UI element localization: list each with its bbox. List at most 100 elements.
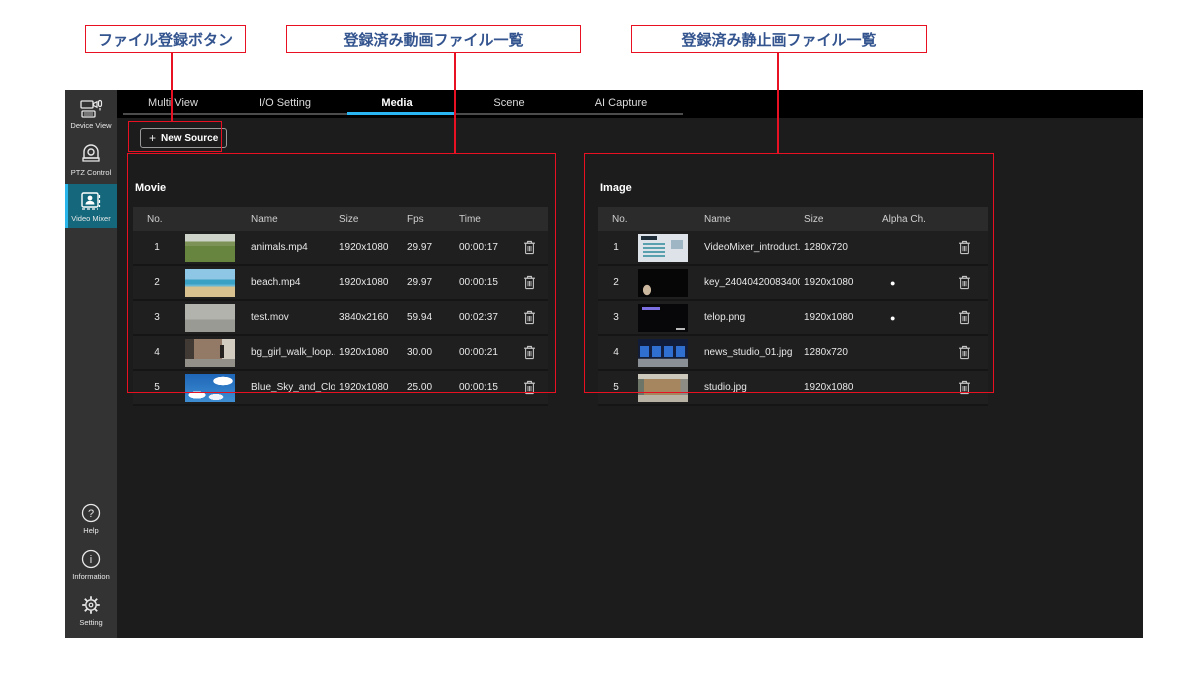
- annotation-text: 登録済み動画ファイル一覧: [343, 29, 523, 50]
- image-thumbnail: [638, 304, 688, 332]
- image-thumbnail: [638, 374, 688, 402]
- row-number: 5: [598, 382, 634, 393]
- tab-io-setting[interactable]: I/O Setting: [229, 90, 341, 114]
- row-number: 3: [598, 312, 634, 323]
- sidebar-item-label: Information: [72, 572, 110, 581]
- image-table-row[interactable]: 3 telop.png 1920x1080 ●: [598, 301, 988, 336]
- page: Device View PTZ Control Video Mixer: [0, 0, 1200, 680]
- sidebar-item-video-mixer[interactable]: Video Mixer: [65, 184, 117, 228]
- image-table-row[interactable]: 4 news_studio_01.jpg 1280x720: [598, 336, 988, 371]
- image-thumbnail: [638, 269, 688, 297]
- file-name: animals.mp4: [247, 242, 335, 253]
- delete-button[interactable]: [940, 380, 988, 395]
- file-duration: 00:02:37: [455, 312, 510, 323]
- sidebar-item-label: Help: [83, 526, 98, 535]
- image-table-row[interactable]: 5 studio.jpg 1920x1080: [598, 371, 988, 406]
- file-size: 1920x1080: [335, 277, 403, 288]
- delete-button[interactable]: [510, 380, 548, 395]
- video-mixer-icon: [78, 190, 104, 212]
- new-source-button[interactable]: + New Source: [140, 128, 227, 148]
- row-number: 3: [133, 312, 181, 323]
- plus-icon: +: [149, 131, 156, 145]
- delete-button[interactable]: [940, 345, 988, 360]
- sidebar-item-setting[interactable]: Setting: [65, 588, 117, 632]
- tab-multi-view[interactable]: Multi View: [117, 90, 229, 114]
- sidebar-item-label: PTZ Control: [71, 168, 111, 177]
- sidebar-spacer: [65, 228, 117, 494]
- video-thumbnail: [185, 339, 235, 367]
- file-size: 1920x1080: [800, 277, 878, 288]
- annotation-label-file-register: ファイル登録ボタン: [85, 25, 246, 53]
- col-fps: Fps: [403, 214, 455, 225]
- row-number: 2: [133, 277, 181, 288]
- file-size: 1920x1080: [335, 347, 403, 358]
- file-size: 1280x720: [800, 242, 878, 253]
- file-duration: 00:00:15: [455, 382, 510, 393]
- file-name: Blue_Sky_and_Clou...: [247, 382, 335, 393]
- delete-button[interactable]: [510, 275, 548, 290]
- file-name: test.mov: [247, 312, 335, 323]
- file-duration: 00:00:17: [455, 242, 510, 253]
- row-number: 1: [133, 242, 181, 253]
- sidebar-item-information[interactable]: i Information: [65, 542, 117, 586]
- svg-text:i: i: [90, 554, 92, 566]
- file-fps: 30.00: [403, 347, 455, 358]
- delete-button[interactable]: [940, 240, 988, 255]
- tab-bar: Multi View I/O Setting Media Scene AI Ca…: [117, 90, 1143, 118]
- tab-ai-capture[interactable]: AI Capture: [565, 90, 677, 114]
- file-fps: 29.97: [403, 277, 455, 288]
- new-source-label: New Source: [161, 133, 218, 144]
- help-icon: ?: [80, 502, 102, 524]
- delete-button[interactable]: [940, 310, 988, 325]
- image-table-header: No. Name Size Alpha Ch.: [598, 207, 988, 231]
- trash-icon: [958, 380, 971, 395]
- col-size: Size: [335, 214, 403, 225]
- col-no: No.: [133, 214, 181, 225]
- tab-media[interactable]: Media: [341, 90, 453, 114]
- row-number: 5: [133, 382, 181, 393]
- col-no: No.: [598, 214, 634, 225]
- trash-icon: [523, 310, 536, 325]
- sidebar-item-device-view[interactable]: Device View: [65, 92, 117, 136]
- image-table-row[interactable]: 1 VideoMixer_introduct... 1280x720: [598, 231, 988, 266]
- video-mixer-app-window: Device View PTZ Control Video Mixer: [65, 90, 1143, 638]
- file-name: news_studio_01.jpg: [700, 347, 800, 358]
- col-time: Time: [455, 214, 510, 225]
- file-size: 3840x2160: [335, 312, 403, 323]
- movie-table-row[interactable]: 5 Blue_Sky_and_Clou... 1920x1080 25.00 0…: [133, 371, 548, 406]
- movie-table-row[interactable]: 1 animals.mp4 1920x1080 29.97 00:00:17: [133, 231, 548, 266]
- movie-table-row[interactable]: 2 beach.mp4 1920x1080 29.97 00:00:15: [133, 266, 548, 301]
- delete-button[interactable]: [510, 345, 548, 360]
- device-view-icon: [78, 99, 104, 119]
- image-thumbnail: [638, 339, 688, 367]
- movie-table-row[interactable]: 3 test.mov 3840x2160 59.94 00:02:37: [133, 301, 548, 336]
- image-table-row[interactable]: 2 key_24040420083400.... 1920x1080 ●: [598, 266, 988, 301]
- col-name: Name: [700, 214, 800, 225]
- file-size: 1920x1080: [335, 242, 403, 253]
- svg-text:?: ?: [88, 508, 94, 520]
- image-thumbnail: [638, 234, 688, 262]
- sidebar-item-ptz-control[interactable]: PTZ Control: [65, 138, 117, 182]
- movie-table: No. Name Size Fps Time 1 animals.mp4 192…: [133, 207, 548, 406]
- file-name: telop.png: [700, 312, 800, 323]
- movie-table-row[interactable]: 4 bg_girl_walk_loop.... 1920x1080 30.00 …: [133, 336, 548, 371]
- delete-button[interactable]: [940, 275, 988, 290]
- sidebar-item-help[interactable]: ? Help: [65, 496, 117, 540]
- file-duration: 00:00:15: [455, 277, 510, 288]
- row-number: 1: [598, 242, 634, 253]
- file-duration: 00:00:21: [455, 347, 510, 358]
- information-icon: i: [80, 548, 102, 570]
- file-fps: 59.94: [403, 312, 455, 323]
- delete-button[interactable]: [510, 240, 548, 255]
- delete-button[interactable]: [510, 310, 548, 325]
- file-name: beach.mp4: [247, 277, 335, 288]
- alpha-channel-indicator: ●: [878, 278, 940, 288]
- media-content: + New Source Movie Image No. Name Size F…: [117, 118, 1143, 638]
- sidebar-item-label: Device View: [70, 121, 111, 130]
- col-alpha: Alpha Ch.: [878, 214, 940, 225]
- video-thumbnail: [185, 374, 235, 402]
- tab-scene[interactable]: Scene: [453, 90, 565, 114]
- annotation-text: 登録済み静止画ファイル一覧: [681, 29, 876, 50]
- file-fps: 29.97: [403, 242, 455, 253]
- trash-icon: [523, 240, 536, 255]
